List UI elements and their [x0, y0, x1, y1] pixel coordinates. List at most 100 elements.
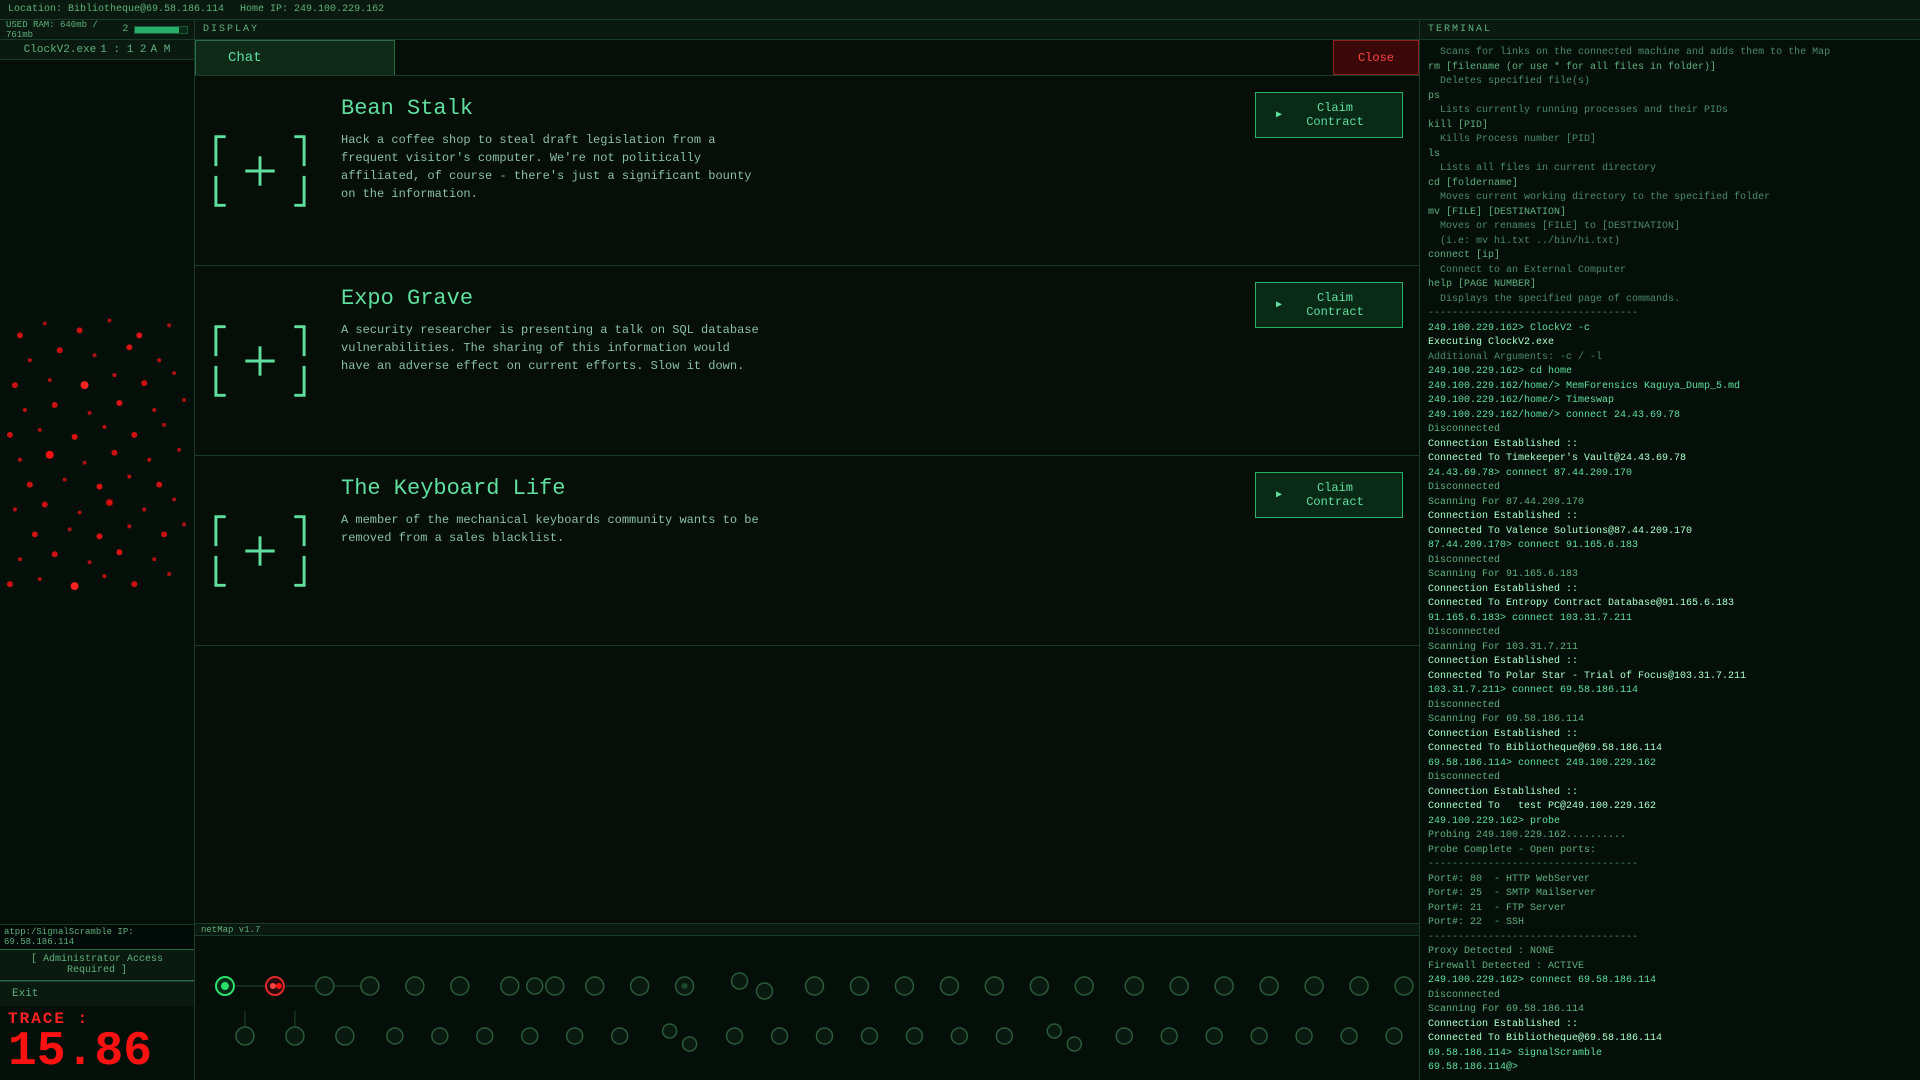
- terminal-line: rm [filename (or use * for all files in …: [1428, 61, 1912, 76]
- process-name: ClockV2.exe: [24, 44, 97, 56]
- contract-action-keyboard-life: Claim Contract: [1239, 456, 1419, 645]
- terminal-line: Deletes specified file(s): [1428, 75, 1912, 90]
- terminal-line: Connection Established ::: [1428, 1018, 1912, 1033]
- terminal-line: Disconnected: [1428, 699, 1912, 714]
- terminal-line: 249.100.229.162> cd home: [1428, 365, 1912, 380]
- terminal-line: 249.100.229.162/home/> connect 24.43.69.…: [1428, 409, 1912, 424]
- terminal-line: Firewall Detected : ACTIVE: [1428, 960, 1912, 975]
- claim-btn-bean-stalk[interactable]: Claim Contract: [1255, 92, 1403, 138]
- terminal-line: Moves current working directory to the s…: [1428, 191, 1912, 206]
- right-panel: TERMINAL help [PAGE NUMBER] Displays the…: [1420, 20, 1920, 1080]
- terminal-line: Connection Established ::: [1428, 786, 1912, 801]
- map-svg: [0, 60, 194, 949]
- terminal-line: Connection Established ::: [1428, 583, 1912, 598]
- network-svg: [195, 936, 1419, 1080]
- terminal-line: connect [ip]: [1428, 249, 1912, 264]
- contract-info-bean-stalk: Bean Stalk Hack a coffee shop to steal d…: [325, 76, 1239, 265]
- terminal-line: Connected To Bibliotheque@69.58.186.114: [1428, 1032, 1912, 1047]
- terminal-header: TERMINAL: [1420, 20, 1920, 40]
- terminal-line: Lists currently running processes and th…: [1428, 104, 1912, 119]
- ram-fill-bar: [134, 26, 188, 34]
- terminal-line: Connected To Bibliotheque@69.58.186.114: [1428, 742, 1912, 757]
- terminal-line: Probe Complete - Open ports:: [1428, 844, 1912, 859]
- middle-panel: DISPLAY Chat Close: [195, 20, 1420, 1080]
- ram-counter: 2: [122, 24, 128, 35]
- terminal-line: Connected To Polar Star - Trial of Focus…: [1428, 670, 1912, 685]
- terminal-line: Disconnected: [1428, 554, 1912, 569]
- terminal-line: Port#: 25 - SMTP MailServer: [1428, 887, 1912, 902]
- terminal-line: -----------------------------------: [1428, 858, 1912, 873]
- contract-desc-bean-stalk: Hack a coffee shop to steal draft legisl…: [341, 131, 761, 203]
- main-layout: USED RAM: 640mb / 761mb 2 ClockV2.exe 1 …: [0, 20, 1920, 1080]
- terminal-line: help [PAGE NUMBER]: [1428, 278, 1912, 293]
- terminal-line: ls: [1428, 148, 1912, 163]
- terminal-line: Scanning For 103.31.7.211: [1428, 641, 1912, 656]
- terminal-line: Disconnected: [1428, 771, 1912, 786]
- display-header: DISPLAY: [195, 20, 1419, 40]
- home-ip-text: Home IP: 249.100.229.162: [240, 4, 384, 15]
- contract-title-keyboard-life: The Keyboard Life: [341, 476, 1223, 501]
- ram-label: USED RAM: 640mb / 761mb: [6, 20, 116, 40]
- terminal-content[interactable]: help [PAGE NUMBER] Displays the specifie…: [1420, 40, 1920, 1080]
- terminal-line: 249.100.229.162> connect 69.58.186.114: [1428, 974, 1912, 989]
- terminal-line: Moves or renames [FILE] to [DESTINATION]: [1428, 220, 1912, 235]
- terminal-line: 249.100.229.162> probe: [1428, 815, 1912, 830]
- terminal-line: cd [foldername]: [1428, 177, 1912, 192]
- trace-display: TRACE : 15.86: [0, 1006, 194, 1080]
- ram-fill-inner: [135, 27, 178, 33]
- terminal-line: -----------------------------------: [1428, 931, 1912, 946]
- terminal-line: Port#: 22 - SSH: [1428, 916, 1912, 931]
- netmap-bar: netMap v1.7: [195, 923, 1419, 935]
- contract-title-bean-stalk: Bean Stalk: [341, 96, 1223, 121]
- terminal-line: Connected To test PC@249.100.229.162: [1428, 800, 1912, 815]
- contract-title-expo-grave: Expo Grave: [341, 286, 1223, 311]
- terminal-line: Kills Process number [PID]: [1428, 133, 1912, 148]
- terminal-line: 103.31.7.211> connect 69.58.186.114: [1428, 684, 1912, 699]
- contract-icon-expo-grave: [195, 266, 325, 455]
- claim-btn-expo-grave[interactable]: Claim Contract: [1255, 282, 1403, 328]
- close-button[interactable]: Close: [1333, 40, 1419, 75]
- clock-row: ClockV2.exe 1 : 1 2 A M: [0, 40, 194, 60]
- terminal-line: 24.43.69.78> connect 87.44.209.170: [1428, 467, 1912, 482]
- terminal-line: Scans for links on the connected machine…: [1428, 46, 1912, 61]
- exit-button[interactable]: Exit: [0, 981, 194, 1006]
- terminal-line: Connected To Timekeeper's Vault@24.43.69…: [1428, 452, 1912, 467]
- terminal-line: Disconnected: [1428, 626, 1912, 641]
- terminal-line: Probing 249.100.229.162..........: [1428, 829, 1912, 844]
- terminal-line: Proxy Detected : NONE: [1428, 945, 1912, 960]
- terminal-line: Connection Established ::: [1428, 655, 1912, 670]
- contract-bracket-icon-3: [211, 501, 309, 601]
- network-area: [195, 935, 1419, 1080]
- contract-bracket-icon-2: [211, 311, 309, 411]
- am-pm: A M: [151, 44, 171, 56]
- terminal-line: (i.e: mv hi.txt ../bin/hi.txt): [1428, 235, 1912, 250]
- terminal-line: Scanning For 87.44.209.170: [1428, 496, 1912, 511]
- terminal-line: -----------------------------------: [1428, 307, 1912, 322]
- terminal-line: Disconnected: [1428, 989, 1912, 1004]
- terminal-line: Connect to an External Computer: [1428, 264, 1912, 279]
- contract-info-expo-grave: Expo Grave A security researcher is pres…: [325, 266, 1239, 455]
- terminal-line: 69.58.186.114> connect 249.100.229.162: [1428, 757, 1912, 772]
- terminal-line: mv [FILE] [DESTINATION]: [1428, 206, 1912, 221]
- terminal-line: 69.58.186.114> SignalScramble: [1428, 1047, 1912, 1062]
- admin-banner: [ Administrator Access Required ]: [0, 949, 194, 981]
- terminal-line: kill [PID]: [1428, 119, 1912, 134]
- terminal-line: Port#: 21 - FTP Server: [1428, 902, 1912, 917]
- contract-card-bean-stalk: Bean Stalk Hack a coffee shop to steal d…: [195, 76, 1419, 266]
- ram-bar: USED RAM: 640mb / 761mb 2: [0, 20, 194, 40]
- terminal-line: ps: [1428, 90, 1912, 105]
- contract-bracket-icon: [211, 121, 309, 221]
- terminal-line: Connection Established ::: [1428, 510, 1912, 525]
- terminal-line: Port#: 80 - HTTP WebServer: [1428, 873, 1912, 888]
- terminal-line: Executing ClockV2.exe: [1428, 336, 1912, 351]
- left-panel: USED RAM: 640mb / 761mb 2 ClockV2.exe 1 …: [0, 20, 195, 1080]
- chat-tab[interactable]: Chat: [195, 40, 395, 75]
- terminal-line: Connection Established ::: [1428, 438, 1912, 453]
- terminal-line: Connected To Entropy Contract Database@9…: [1428, 597, 1912, 612]
- claim-btn-keyboard-life[interactable]: Claim Contract: [1255, 472, 1403, 518]
- terminal-line: Connection Established ::: [1428, 728, 1912, 743]
- chat-tab-row: Chat Close: [195, 40, 1419, 76]
- terminal-line: 249.100.229.162/home/> MemForensics Kagu…: [1428, 380, 1912, 395]
- map-canvas: [0, 60, 194, 949]
- terminal-line: Connected To Valence Solutions@87.44.209…: [1428, 525, 1912, 540]
